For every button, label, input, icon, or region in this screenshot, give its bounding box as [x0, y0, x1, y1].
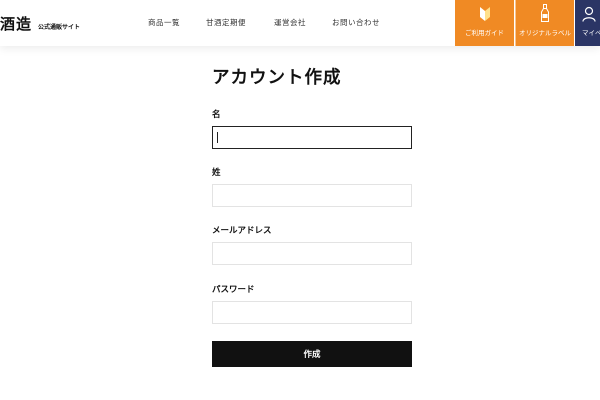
main-nav: 商品一覧 甘酒定期便 運営会社 お問い合わせ	[148, 17, 380, 28]
nav-contact[interactable]: お問い合わせ	[332, 17, 380, 28]
original-label-button[interactable]: オリジナルラベル	[515, 0, 574, 46]
nav-amazake-subscription[interactable]: 甘酒定期便	[206, 17, 274, 28]
last-name-label: 姓	[212, 168, 221, 178]
logo-subtitle: 公式通販サイト	[38, 24, 81, 31]
site-header: 酒造 公式通販サイト 商品一覧 甘酒定期便 運営会社 お問い合わせ ご利用ガイド…	[0, 0, 600, 46]
guide-button[interactable]: ご利用ガイド	[455, 0, 514, 46]
original-label-button-label: オリジナルラベル	[519, 29, 571, 37]
bottle-icon	[541, 4, 549, 22]
mypage-button-label: マイページ	[582, 29, 600, 37]
user-icon	[582, 6, 596, 22]
last-name-input[interactable]	[212, 184, 412, 207]
email-input[interactable]	[212, 242, 412, 265]
password-input[interactable]	[212, 301, 412, 324]
nav-company[interactable]: 運営会社	[274, 17, 332, 28]
text-cursor	[217, 132, 218, 143]
site-logo[interactable]: 酒造 公式通販サイト	[0, 13, 80, 34]
guide-button-label: ご利用ガイド	[465, 29, 504, 37]
first-name-label: 名	[212, 110, 221, 120]
first-name-input[interactable]	[212, 126, 412, 149]
create-account-button[interactable]: 作成	[212, 341, 412, 367]
mypage-button[interactable]: マイページ	[575, 0, 600, 46]
nav-products[interactable]: 商品一覧	[148, 17, 206, 28]
password-label: パスワード	[212, 285, 255, 295]
email-label: メールアドレス	[212, 226, 272, 236]
beginner-mark-icon	[479, 7, 490, 21]
page-title: アカウント作成	[212, 68, 342, 88]
logo-text: 酒造	[0, 15, 33, 33]
